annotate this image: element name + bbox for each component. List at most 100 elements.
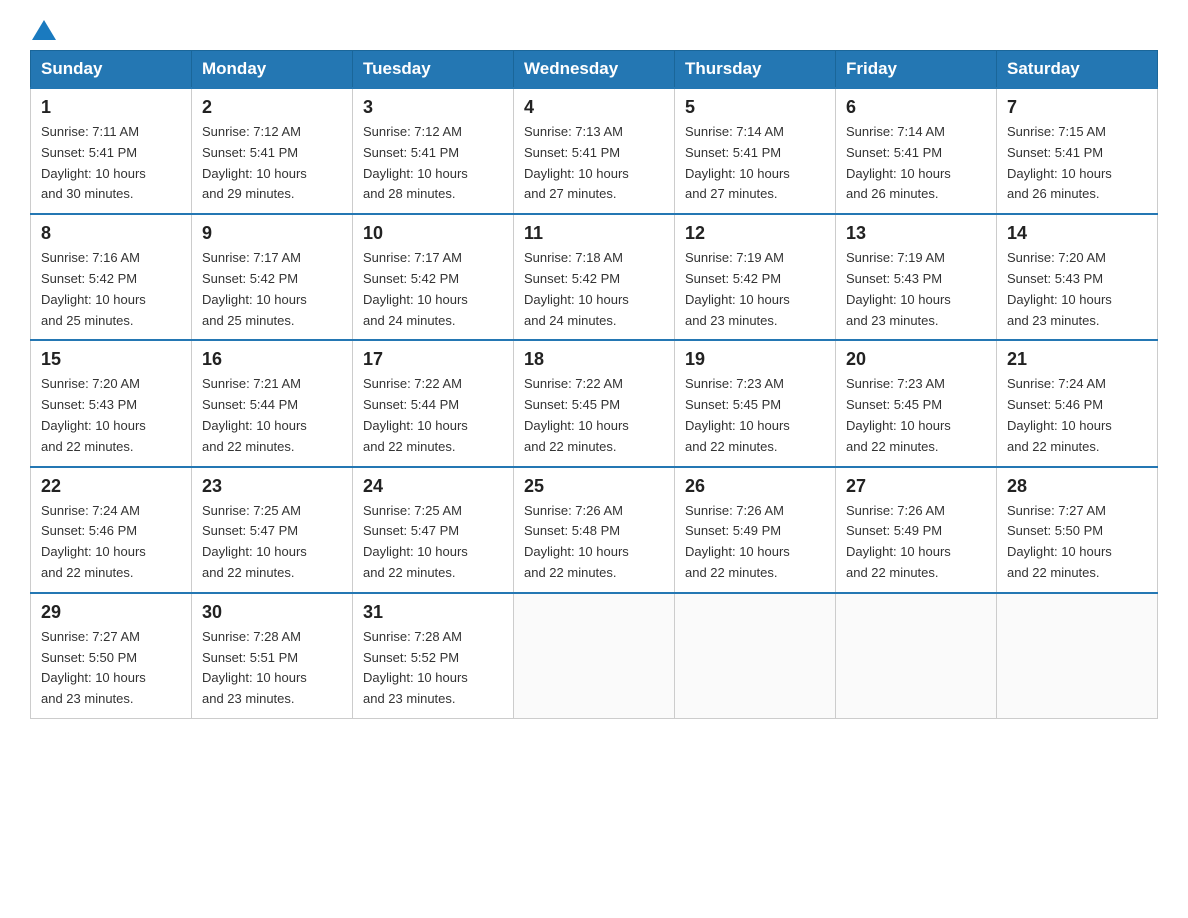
calendar-cell: 2 Sunrise: 7:12 AMSunset: 5:41 PMDayligh…	[192, 88, 353, 214]
calendar-cell: 30 Sunrise: 7:28 AMSunset: 5:51 PMDaylig…	[192, 593, 353, 719]
day-info: Sunrise: 7:14 AMSunset: 5:41 PMDaylight:…	[846, 122, 986, 205]
calendar-cell: 21 Sunrise: 7:24 AMSunset: 5:46 PMDaylig…	[997, 340, 1158, 466]
day-number: 26	[685, 476, 825, 497]
day-info: Sunrise: 7:16 AMSunset: 5:42 PMDaylight:…	[41, 248, 181, 331]
day-info: Sunrise: 7:24 AMSunset: 5:46 PMDaylight:…	[41, 501, 181, 584]
day-number: 3	[363, 97, 503, 118]
day-info: Sunrise: 7:20 AMSunset: 5:43 PMDaylight:…	[1007, 248, 1147, 331]
day-info: Sunrise: 7:22 AMSunset: 5:44 PMDaylight:…	[363, 374, 503, 457]
calendar-cell: 5 Sunrise: 7:14 AMSunset: 5:41 PMDayligh…	[675, 88, 836, 214]
day-number: 14	[1007, 223, 1147, 244]
calendar-cell: 24 Sunrise: 7:25 AMSunset: 5:47 PMDaylig…	[353, 467, 514, 593]
calendar-cell: 6 Sunrise: 7:14 AMSunset: 5:41 PMDayligh…	[836, 88, 997, 214]
calendar-cell: 16 Sunrise: 7:21 AMSunset: 5:44 PMDaylig…	[192, 340, 353, 466]
calendar-cell	[514, 593, 675, 719]
day-number: 30	[202, 602, 342, 623]
day-number: 10	[363, 223, 503, 244]
calendar-cell	[836, 593, 997, 719]
day-info: Sunrise: 7:28 AMSunset: 5:51 PMDaylight:…	[202, 627, 342, 710]
calendar-cell: 10 Sunrise: 7:17 AMSunset: 5:42 PMDaylig…	[353, 214, 514, 340]
day-info: Sunrise: 7:15 AMSunset: 5:41 PMDaylight:…	[1007, 122, 1147, 205]
day-info: Sunrise: 7:14 AMSunset: 5:41 PMDaylight:…	[685, 122, 825, 205]
calendar-table: SundayMondayTuesdayWednesdayThursdayFrid…	[30, 50, 1158, 719]
day-number: 22	[41, 476, 181, 497]
day-info: Sunrise: 7:17 AMSunset: 5:42 PMDaylight:…	[202, 248, 342, 331]
calendar-cell: 12 Sunrise: 7:19 AMSunset: 5:42 PMDaylig…	[675, 214, 836, 340]
calendar-cell: 15 Sunrise: 7:20 AMSunset: 5:43 PMDaylig…	[31, 340, 192, 466]
day-number: 18	[524, 349, 664, 370]
day-number: 5	[685, 97, 825, 118]
day-number: 29	[41, 602, 181, 623]
day-number: 31	[363, 602, 503, 623]
day-number: 15	[41, 349, 181, 370]
day-number: 7	[1007, 97, 1147, 118]
calendar-cell: 14 Sunrise: 7:20 AMSunset: 5:43 PMDaylig…	[997, 214, 1158, 340]
day-info: Sunrise: 7:28 AMSunset: 5:52 PMDaylight:…	[363, 627, 503, 710]
calendar-cell: 18 Sunrise: 7:22 AMSunset: 5:45 PMDaylig…	[514, 340, 675, 466]
day-info: Sunrise: 7:12 AMSunset: 5:41 PMDaylight:…	[202, 122, 342, 205]
day-info: Sunrise: 7:25 AMSunset: 5:47 PMDaylight:…	[202, 501, 342, 584]
week-row-1: 1 Sunrise: 7:11 AMSunset: 5:41 PMDayligh…	[31, 88, 1158, 214]
day-number: 2	[202, 97, 342, 118]
weekday-header-thursday: Thursday	[675, 51, 836, 89]
day-info: Sunrise: 7:19 AMSunset: 5:43 PMDaylight:…	[846, 248, 986, 331]
day-number: 17	[363, 349, 503, 370]
day-number: 20	[846, 349, 986, 370]
calendar-cell: 7 Sunrise: 7:15 AMSunset: 5:41 PMDayligh…	[997, 88, 1158, 214]
calendar-cell: 31 Sunrise: 7:28 AMSunset: 5:52 PMDaylig…	[353, 593, 514, 719]
day-number: 13	[846, 223, 986, 244]
day-info: Sunrise: 7:23 AMSunset: 5:45 PMDaylight:…	[846, 374, 986, 457]
calendar-cell: 4 Sunrise: 7:13 AMSunset: 5:41 PMDayligh…	[514, 88, 675, 214]
week-row-2: 8 Sunrise: 7:16 AMSunset: 5:42 PMDayligh…	[31, 214, 1158, 340]
calendar-cell: 1 Sunrise: 7:11 AMSunset: 5:41 PMDayligh…	[31, 88, 192, 214]
weekday-header-sunday: Sunday	[31, 51, 192, 89]
day-info: Sunrise: 7:24 AMSunset: 5:46 PMDaylight:…	[1007, 374, 1147, 457]
day-number: 27	[846, 476, 986, 497]
day-number: 9	[202, 223, 342, 244]
calendar-cell: 3 Sunrise: 7:12 AMSunset: 5:41 PMDayligh…	[353, 88, 514, 214]
day-number: 16	[202, 349, 342, 370]
calendar-cell: 25 Sunrise: 7:26 AMSunset: 5:48 PMDaylig…	[514, 467, 675, 593]
day-number: 23	[202, 476, 342, 497]
day-number: 21	[1007, 349, 1147, 370]
day-info: Sunrise: 7:27 AMSunset: 5:50 PMDaylight:…	[1007, 501, 1147, 584]
day-info: Sunrise: 7:11 AMSunset: 5:41 PMDaylight:…	[41, 122, 181, 205]
day-info: Sunrise: 7:27 AMSunset: 5:50 PMDaylight:…	[41, 627, 181, 710]
calendar-cell: 9 Sunrise: 7:17 AMSunset: 5:42 PMDayligh…	[192, 214, 353, 340]
day-number: 6	[846, 97, 986, 118]
day-info: Sunrise: 7:23 AMSunset: 5:45 PMDaylight:…	[685, 374, 825, 457]
day-number: 4	[524, 97, 664, 118]
day-info: Sunrise: 7:22 AMSunset: 5:45 PMDaylight:…	[524, 374, 664, 457]
day-info: Sunrise: 7:21 AMSunset: 5:44 PMDaylight:…	[202, 374, 342, 457]
day-number: 28	[1007, 476, 1147, 497]
day-number: 24	[363, 476, 503, 497]
day-number: 8	[41, 223, 181, 244]
weekday-header-tuesday: Tuesday	[353, 51, 514, 89]
day-info: Sunrise: 7:20 AMSunset: 5:43 PMDaylight:…	[41, 374, 181, 457]
week-row-4: 22 Sunrise: 7:24 AMSunset: 5:46 PMDaylig…	[31, 467, 1158, 593]
calendar-cell: 26 Sunrise: 7:26 AMSunset: 5:49 PMDaylig…	[675, 467, 836, 593]
day-number: 12	[685, 223, 825, 244]
week-row-5: 29 Sunrise: 7:27 AMSunset: 5:50 PMDaylig…	[31, 593, 1158, 719]
day-info: Sunrise: 7:26 AMSunset: 5:48 PMDaylight:…	[524, 501, 664, 584]
day-info: Sunrise: 7:25 AMSunset: 5:47 PMDaylight:…	[363, 501, 503, 584]
week-row-3: 15 Sunrise: 7:20 AMSunset: 5:43 PMDaylig…	[31, 340, 1158, 466]
calendar-cell: 20 Sunrise: 7:23 AMSunset: 5:45 PMDaylig…	[836, 340, 997, 466]
day-info: Sunrise: 7:26 AMSunset: 5:49 PMDaylight:…	[846, 501, 986, 584]
calendar-cell: 8 Sunrise: 7:16 AMSunset: 5:42 PMDayligh…	[31, 214, 192, 340]
calendar-cell: 19 Sunrise: 7:23 AMSunset: 5:45 PMDaylig…	[675, 340, 836, 466]
calendar-cell: 29 Sunrise: 7:27 AMSunset: 5:50 PMDaylig…	[31, 593, 192, 719]
day-info: Sunrise: 7:13 AMSunset: 5:41 PMDaylight:…	[524, 122, 664, 205]
calendar-cell: 28 Sunrise: 7:27 AMSunset: 5:50 PMDaylig…	[997, 467, 1158, 593]
page-header	[30, 20, 1158, 40]
calendar-cell: 22 Sunrise: 7:24 AMSunset: 5:46 PMDaylig…	[31, 467, 192, 593]
day-number: 1	[41, 97, 181, 118]
day-number: 19	[685, 349, 825, 370]
calendar-cell: 13 Sunrise: 7:19 AMSunset: 5:43 PMDaylig…	[836, 214, 997, 340]
day-number: 25	[524, 476, 664, 497]
weekday-header-row: SundayMondayTuesdayWednesdayThursdayFrid…	[31, 51, 1158, 89]
logo-triangle-icon	[32, 20, 56, 40]
day-info: Sunrise: 7:26 AMSunset: 5:49 PMDaylight:…	[685, 501, 825, 584]
calendar-cell	[675, 593, 836, 719]
weekday-header-wednesday: Wednesday	[514, 51, 675, 89]
